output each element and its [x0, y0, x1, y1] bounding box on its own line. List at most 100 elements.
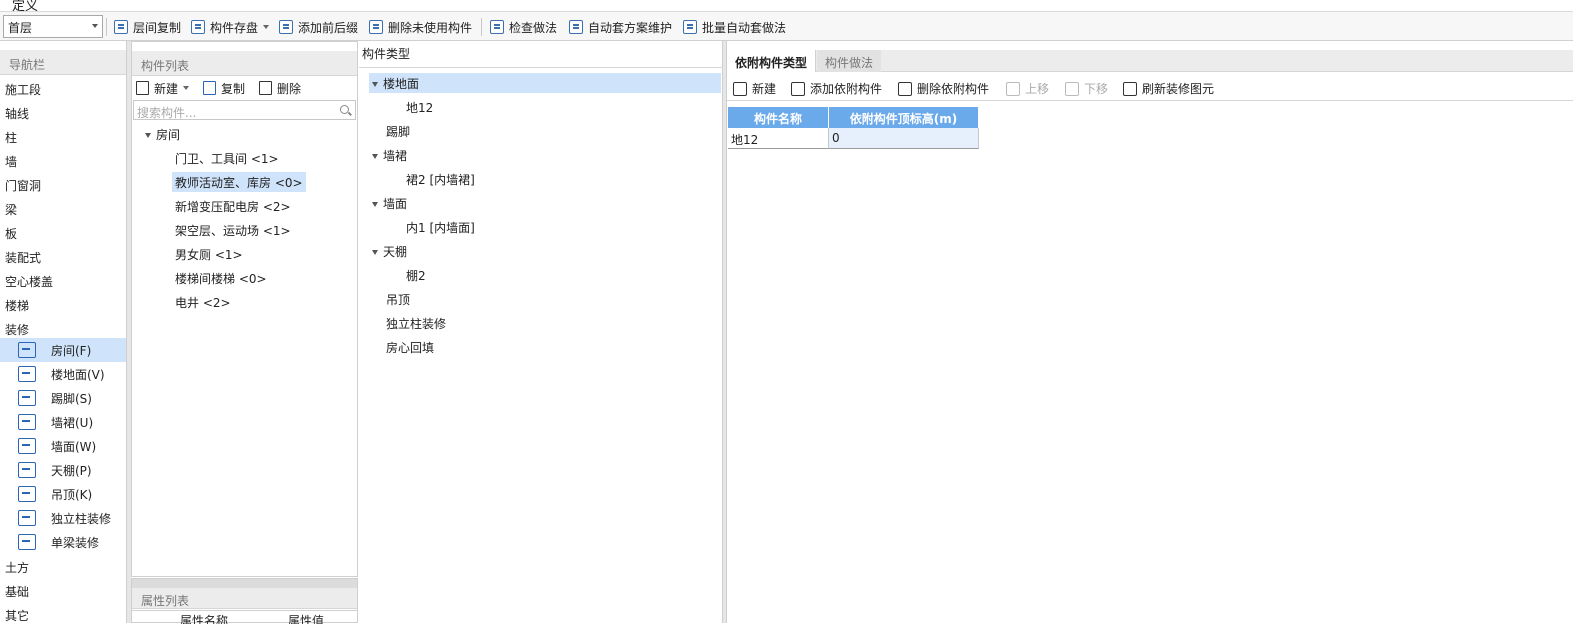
expand-icon[interactable] — [372, 250, 378, 255]
type-node-backfill[interactable]: 房心回填 — [383, 337, 437, 357]
refresh-finish-button[interactable]: 刷新装修图元 — [1123, 80, 1214, 97]
component-type-header: 构件类型 — [362, 47, 411, 61]
expand-icon[interactable] — [372, 202, 378, 207]
nav-item[interactable]: 其它 — [0, 602, 126, 626]
nav-sub-suspended-ceiling[interactable]: 吊顶(K) — [0, 482, 126, 506]
nav-item[interactable]: 板 — [0, 220, 126, 244]
nav-sub-ceiling[interactable]: 天棚(P) — [0, 458, 126, 482]
suspended-ceiling-icon — [18, 486, 36, 502]
nav-item[interactable]: 装修 — [0, 316, 126, 340]
delete-component-button[interactable]: 删除 — [259, 80, 301, 97]
copy-between-floors-button[interactable]: 层间复制 — [114, 17, 181, 37]
type-child[interactable]: 裙2 [内墙裙] — [403, 169, 478, 189]
type-node-column-finish[interactable]: 独立柱装修 — [383, 313, 449, 333]
new-attached-button[interactable]: 新建 — [733, 80, 776, 97]
type-node-wall-surface[interactable]: 墙面 — [369, 193, 410, 213]
nav-item[interactable]: 柱 — [0, 124, 126, 148]
table-cell-elevation[interactable]: 0 — [829, 128, 979, 149]
new-component-button[interactable]: 新建 — [136, 80, 190, 97]
component-item[interactable]: 电井 <2> — [172, 292, 234, 312]
type-node-skirting[interactable]: 踢脚 — [383, 121, 413, 141]
window-title-bar: 定义 — [0, 0, 1573, 12]
component-item-selected[interactable]: 教师活动室、库房 <0> — [172, 172, 306, 192]
window-title: 定义 — [12, 0, 39, 12]
delete-label: 删除 — [277, 81, 302, 96]
table-cell-name[interactable]: 地12 — [728, 128, 829, 149]
move-down-button[interactable]: 下移 — [1065, 80, 1108, 97]
type-node-floor[interactable]: 楼地面 — [369, 73, 721, 93]
component-item[interactable]: 架空层、运动场 <1> — [172, 220, 294, 240]
new-icon — [733, 81, 747, 96]
type-child[interactable]: 内1 [内墙面] — [403, 217, 478, 237]
copy-component-button[interactable]: 复制 — [203, 80, 245, 97]
component-item[interactable]: 楼梯间楼梯 <0> — [172, 268, 270, 288]
expand-icon[interactable] — [372, 82, 378, 87]
nav-sub-wall-surface[interactable]: 墙面(W) — [0, 434, 126, 458]
delete-attached-icon — [898, 81, 912, 96]
nav-item[interactable]: 施工段 — [0, 76, 126, 100]
nav-sub-label: 天棚(P) — [51, 463, 92, 478]
refresh-icon — [1123, 81, 1137, 96]
check-method-label: 检查做法 — [509, 20, 558, 35]
nav-sub-label: 墙裙(U) — [51, 415, 94, 430]
delete-unused-button[interactable]: 删除未使用构件 — [369, 17, 472, 37]
nav-sub-column-finish[interactable]: 独立柱装修 — [0, 506, 126, 530]
col-header-elevation[interactable]: 依附构件顶标高(m) — [829, 107, 979, 128]
component-item[interactable]: 新增变压配电房 <2> — [172, 196, 294, 216]
add-prefix-icon — [279, 20, 293, 34]
component-item[interactable]: 门卫、工具间 <1> — [172, 148, 282, 168]
delete-unused-icon — [369, 20, 383, 34]
add-prefix-suffix-button[interactable]: 添加前后缀 — [279, 17, 358, 37]
floor-select[interactable]: 首层 — [3, 15, 103, 38]
tab-attached-types[interactable]: 依附构件类型 — [727, 50, 817, 72]
nav-sub-beam-finish[interactable]: 单梁装修 — [0, 530, 126, 554]
search-input[interactable]: 搜索构件... — [133, 100, 356, 120]
divider — [359, 67, 722, 68]
floor-select-value: 首层 — [8, 21, 33, 35]
type-node-label: 楼地面 — [383, 77, 420, 91]
nav-item[interactable]: 墙 — [0, 148, 126, 172]
col-header-name[interactable]: 构件名称 — [728, 107, 829, 128]
nav-item[interactable]: 空心楼盖 — [0, 268, 126, 292]
tree-root-room[interactable]: 房间 — [142, 124, 183, 144]
nav-header: 导航栏 — [0, 50, 126, 75]
nav-item[interactable]: 轴线 — [0, 100, 126, 124]
save-component-label: 构件存盘 — [210, 20, 259, 35]
type-child[interactable]: 地12 — [403, 97, 436, 117]
nav-sub-room[interactable]: 房间(F) — [0, 338, 126, 362]
move-up-button[interactable]: 上移 — [1006, 80, 1049, 97]
nav-item[interactable]: 装配式 — [0, 244, 126, 268]
navigation-panel: 导航栏 施工段 轴线 柱 墙 门窗洞 梁 板 装配式 空心楼盖 楼梯 装修 房间… — [0, 41, 127, 623]
floor-icon — [18, 366, 36, 382]
type-node-ceiling[interactable]: 天棚 — [369, 241, 410, 261]
type-node-suspended-ceiling[interactable]: 吊顶 — [383, 289, 413, 309]
nav-item[interactable]: 楼梯 — [0, 292, 126, 316]
nav-item[interactable]: 门窗洞 — [0, 172, 126, 196]
component-list-toolbar: 新建 复制 删除 — [132, 76, 357, 100]
save-component-button[interactable]: 构件存盘 — [191, 17, 270, 37]
nav-sub-label: 单梁装修 — [51, 535, 100, 550]
nav-item[interactable]: 基础 — [0, 578, 126, 602]
search-icon[interactable] — [340, 105, 349, 114]
component-item[interactable]: 男女厕 <1> — [172, 244, 246, 264]
nav-sub-label: 独立柱装修 — [51, 511, 112, 526]
delete-attached-button[interactable]: 删除依附构件 — [898, 80, 989, 97]
new-label: 新建 — [154, 81, 179, 96]
tab-component-method[interactable]: 构件做法 — [817, 50, 882, 72]
auto-plan-maintain-button[interactable]: 自动套方案维护 — [569, 17, 672, 37]
nav-sub-floor[interactable]: 楼地面(V) — [0, 362, 126, 386]
check-method-button[interactable]: 检查做法 — [490, 17, 557, 37]
auto-plan-icon — [569, 20, 583, 34]
add-attached-button[interactable]: 添加依附构件 — [791, 80, 882, 97]
expand-icon[interactable] — [145, 133, 151, 138]
batch-auto-method-button[interactable]: 批量自动套做法 — [683, 17, 786, 37]
type-node-dado[interactable]: 墙裙 — [369, 145, 410, 165]
nav-sub-skirting[interactable]: 踢脚(S) — [0, 386, 126, 410]
type-node-label: 墙裙 — [383, 149, 408, 163]
nav-item[interactable]: 土方 — [0, 554, 126, 578]
expand-icon[interactable] — [372, 154, 378, 159]
type-child[interactable]: 棚2 — [403, 265, 429, 285]
component-type-panel: 构件类型 楼地面 地12 踢脚 墙裙 裙2 [内墙裙] 墙面 内1 [内墙面] … — [359, 41, 723, 623]
nav-sub-dado[interactable]: 墙裙(U) — [0, 410, 126, 434]
nav-item[interactable]: 梁 — [0, 196, 126, 220]
